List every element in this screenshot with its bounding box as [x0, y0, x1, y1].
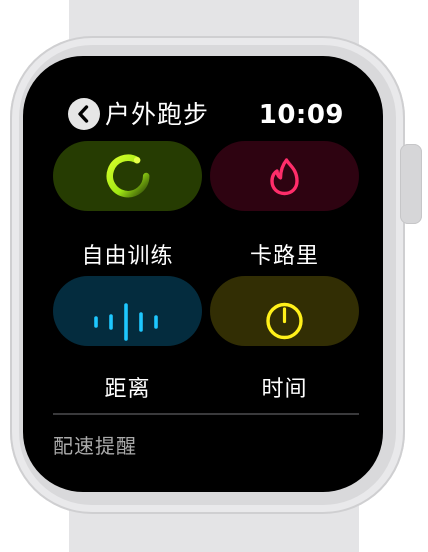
distance-bars-icon — [94, 303, 158, 341]
flame-icon — [270, 158, 299, 196]
calories-tile[interactable] — [210, 141, 359, 211]
chevron-left-icon — [78, 105, 89, 123]
time-tile[interactable] — [210, 276, 359, 346]
time-label: 时间 — [261, 377, 308, 402]
clock-time: 10:09 — [258, 100, 344, 130]
calories-label: 卡路里 — [249, 244, 319, 269]
distance-label: 距离 — [104, 377, 151, 402]
back-button[interactable] — [68, 98, 100, 130]
distance-tile[interactable] — [53, 276, 202, 346]
stopwatch-icon — [266, 302, 303, 340]
divider — [53, 413, 359, 415]
open-goal-label: 自由训练 — [81, 244, 174, 269]
open-goal-ring-icon — [106, 154, 150, 198]
digital-crown[interactable] — [400, 144, 422, 224]
workout-title: 户外跑步 — [105, 100, 210, 129]
pace-alert-item[interactable]: 配速提醒 — [53, 432, 137, 460]
open-goal-tile[interactable] — [53, 141, 202, 211]
